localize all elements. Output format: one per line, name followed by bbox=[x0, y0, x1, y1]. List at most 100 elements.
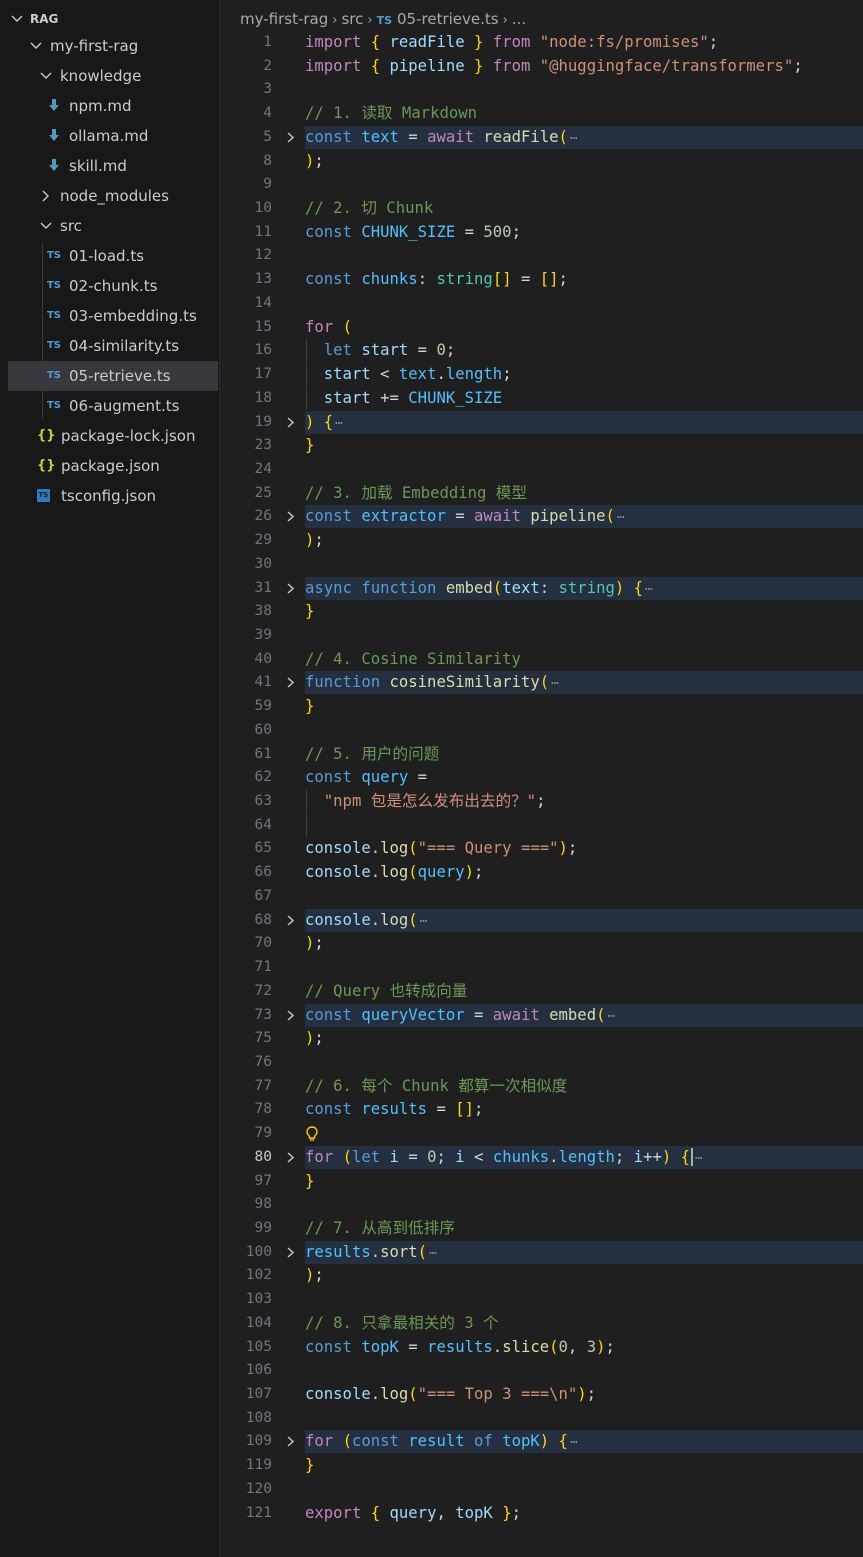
code-line[interactable]: 38} bbox=[220, 600, 863, 623]
code-text[interactable] bbox=[305, 1288, 863, 1311]
code-text[interactable] bbox=[305, 1407, 863, 1430]
code-line[interactable]: 41 function cosineSimilarity(⋯ bbox=[220, 671, 863, 695]
code-text[interactable]: // 7. 从高到低排序 bbox=[305, 1217, 863, 1240]
tree-item[interactable]: src bbox=[0, 211, 219, 241]
tree-item[interactable]: knowledge bbox=[0, 61, 219, 91]
code-text[interactable] bbox=[305, 719, 863, 742]
code-line[interactable]: 120 bbox=[220, 1478, 863, 1501]
code-line[interactable]: 40 // 4. Cosine Similarity bbox=[220, 648, 863, 671]
code-text[interactable] bbox=[305, 1051, 863, 1074]
tree-item[interactable]: {} package-lock.json bbox=[0, 421, 219, 451]
code-line[interactable]: 106 bbox=[220, 1359, 863, 1382]
code-line[interactable]: 97} bbox=[220, 1170, 863, 1193]
code-line[interactable]: 76 bbox=[220, 1051, 863, 1074]
code-line[interactable]: 15 for ( bbox=[220, 316, 863, 339]
code-line[interactable]: 60 bbox=[220, 719, 863, 742]
code-text[interactable]: } bbox=[305, 434, 863, 457]
folded-ellipsis[interactable]: ⋯ bbox=[429, 1242, 437, 1265]
code-line[interactable]: 19) {⋯ bbox=[220, 410, 863, 435]
code-line[interactable]: 17 start < text.length; bbox=[220, 363, 863, 387]
code-text[interactable]: start += CHUNK_SIZE bbox=[305, 386, 863, 410]
code-line[interactable]: 9 bbox=[220, 173, 863, 196]
code-line[interactable]: 30 bbox=[220, 553, 863, 576]
code-text[interactable]: // 6. 每个 Chunk 都算一次相似度 bbox=[305, 1075, 863, 1098]
code-line[interactable]: 104 // 8. 只拿最相关的 3 个 bbox=[220, 1312, 863, 1335]
code-line[interactable]: 98 bbox=[220, 1193, 863, 1216]
breadcrumb-item-project[interactable]: my-first-rag bbox=[240, 10, 328, 28]
tree-item[interactable]: TS 01-load.ts bbox=[0, 241, 219, 271]
code-text[interactable]: for (const result of topK) {⋯ bbox=[305, 1430, 863, 1454]
code-text[interactable]: // 5. 用户的问题 bbox=[305, 743, 863, 766]
code-text[interactable]: ) {⋯ bbox=[305, 410, 863, 435]
code-line[interactable]: 73 const queryVector = await embed(⋯ bbox=[220, 1003, 863, 1027]
code-line[interactable]: 102); bbox=[220, 1264, 863, 1287]
tree-item[interactable]: TS 06-augment.ts bbox=[0, 391, 219, 421]
code-line[interactable]: 66 console.log(query); bbox=[220, 861, 863, 884]
code-line[interactable]: 63 "npm 包是怎么发布出去的？"; bbox=[220, 790, 863, 814]
code-text[interactable] bbox=[305, 78, 863, 101]
code-line[interactable]: 23} bbox=[220, 434, 863, 457]
code-text[interactable]: } bbox=[305, 600, 863, 623]
code-text[interactable]: const CHUNK_SIZE = 500; bbox=[305, 221, 863, 244]
code-text[interactable]: // 3. 加载 Embedding 模型 bbox=[305, 482, 863, 505]
code-line[interactable]: 18 start += CHUNK_SIZE bbox=[220, 386, 863, 410]
code-line[interactable]: 103 bbox=[220, 1288, 863, 1311]
code-text[interactable] bbox=[305, 813, 863, 837]
code-text[interactable]: let start = 0; bbox=[305, 339, 863, 363]
code-text[interactable]: const queryVector = await embed(⋯ bbox=[305, 1003, 863, 1027]
code-line[interactable]: 3 bbox=[220, 78, 863, 101]
code-text[interactable]: } bbox=[305, 695, 863, 718]
code-editor[interactable]: my-first-rag › src › TS 05-retrieve.ts ›... 1i… bbox=[220, 0, 863, 1557]
tree-item[interactable]: my-first-rag bbox=[0, 31, 219, 61]
code-text[interactable]: ); bbox=[305, 1027, 863, 1050]
code-line[interactable]: 5 const text = await readFile(⋯ bbox=[220, 125, 863, 149]
code-text[interactable]: const query = bbox=[305, 766, 863, 789]
code-text[interactable]: console.log("=== Top 3 ===\n"); bbox=[305, 1383, 863, 1406]
code-text[interactable]: const results = []; bbox=[305, 1098, 863, 1121]
code-text[interactable]: async function embed(text: string) {⋯ bbox=[305, 576, 863, 601]
code-line[interactable]: 68 console.log(⋯ bbox=[220, 908, 863, 933]
code-line[interactable]: 75); bbox=[220, 1027, 863, 1050]
code-line[interactable]: 25 // 3. 加载 Embedding 模型 bbox=[220, 482, 863, 505]
code-text[interactable] bbox=[305, 1193, 863, 1216]
code-line[interactable]: 100 results.sort(⋯ bbox=[220, 1240, 863, 1265]
code-line[interactable]: 1 import { readFile } from "node:fs/promi… bbox=[220, 31, 863, 54]
folded-ellipsis[interactable]: ⋯ bbox=[335, 412, 343, 435]
code-line[interactable]: 109 for (const result of topK) {⋯ bbox=[220, 1430, 863, 1454]
code-text[interactable]: results.sort(⋯ bbox=[305, 1240, 863, 1265]
code-text[interactable] bbox=[305, 1478, 863, 1501]
folded-ellipsis[interactable]: ⋯ bbox=[645, 578, 653, 601]
folded-ellipsis[interactable]: ⋯ bbox=[420, 910, 428, 933]
code-text[interactable]: // 1. 读取 Markdown bbox=[305, 102, 863, 125]
code-text[interactable]: const text = await readFile(⋯ bbox=[305, 125, 863, 149]
explorer-root-title[interactable]: RAG bbox=[30, 8, 58, 30]
code-text[interactable]: start < text.length; bbox=[305, 363, 863, 387]
breadcrumb-item-symbol[interactable]: ... bbox=[512, 10, 526, 28]
code-line[interactable]: 14 bbox=[220, 292, 863, 315]
code-text[interactable]: } bbox=[305, 1454, 863, 1477]
code-text[interactable]: console.log("=== Query ==="); bbox=[305, 837, 863, 860]
code-text[interactable]: // 4. Cosine Similarity bbox=[305, 648, 863, 671]
code-line[interactable]: 8); bbox=[220, 150, 863, 173]
tree-item[interactable]: skill.md bbox=[0, 151, 219, 181]
code-text[interactable]: ); bbox=[305, 529, 863, 552]
code-text[interactable] bbox=[305, 553, 863, 576]
code-line[interactable]: 31 async function embed(text: string) {⋯ bbox=[220, 576, 863, 601]
lightbulb-icon[interactable] bbox=[305, 1126, 319, 1142]
code-line[interactable]: 108 bbox=[220, 1407, 863, 1430]
code-text[interactable]: const chunks: string[] = []; bbox=[305, 268, 863, 291]
code-line[interactable]: 39 bbox=[220, 624, 863, 647]
code-text[interactable] bbox=[305, 292, 863, 315]
code-line[interactable]: 10 // 2. 切 Chunk bbox=[220, 197, 863, 220]
code-text[interactable] bbox=[305, 885, 863, 908]
folded-ellipsis[interactable]: ⋯ bbox=[570, 1431, 578, 1454]
code-line[interactable]: 67 bbox=[220, 885, 863, 908]
code-line[interactable]: 77 // 6. 每个 Chunk 都算一次相似度 bbox=[220, 1075, 863, 1098]
tree-item[interactable]: {} package.json bbox=[0, 451, 219, 481]
code-text[interactable]: ); bbox=[305, 150, 863, 173]
tree-item[interactable]: TS 05-retrieve.ts bbox=[8, 361, 218, 391]
folded-ellipsis[interactable]: ⋯ bbox=[617, 506, 625, 529]
code-text[interactable]: export { query, topK }; bbox=[305, 1502, 863, 1525]
tree-item[interactable]: TS 03-embedding.ts bbox=[0, 301, 219, 331]
breadcrumb-item-file[interactable]: 05-retrieve.ts bbox=[397, 10, 499, 28]
